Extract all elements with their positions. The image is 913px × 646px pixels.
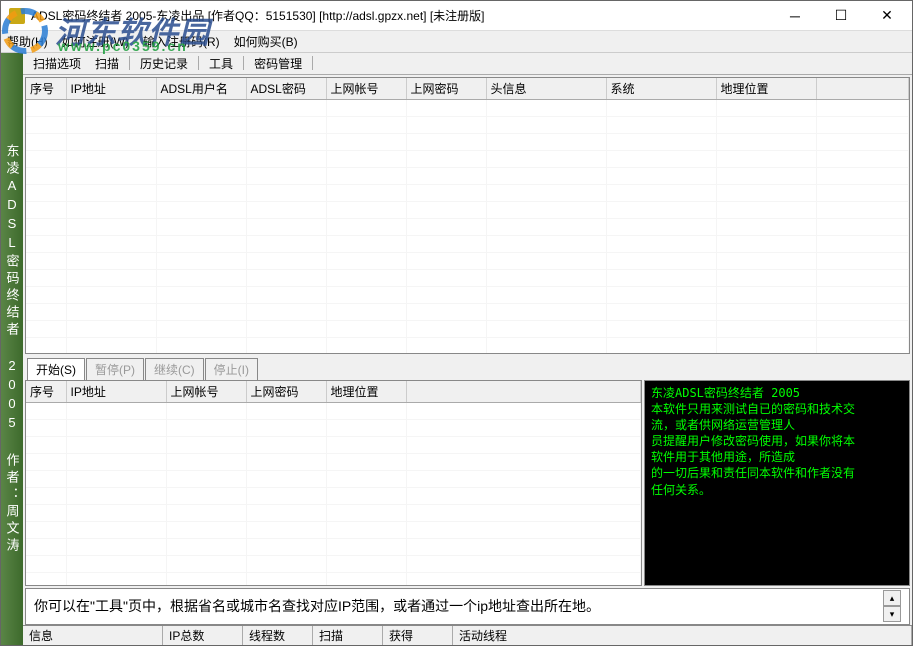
column-header[interactable]: ADSL用户名 — [156, 78, 246, 100]
table-row[interactable] — [26, 100, 909, 117]
column-header[interactable] — [816, 78, 909, 100]
tab-continue[interactable]: 继续(C) — [145, 358, 204, 380]
table-row[interactable] — [26, 202, 909, 219]
status-active-threads: 活动线程 — [453, 626, 912, 645]
message-text: 你可以在"工具"页中，根据省名或城市名查找对应IP范围，或者通过一个ip地址查出… — [34, 596, 600, 616]
column-header[interactable]: 地理位置 — [326, 381, 406, 403]
window-controls: ─ ☐ ✕ — [772, 1, 910, 31]
table-row[interactable] — [26, 151, 909, 168]
table-row[interactable] — [26, 573, 641, 585]
table-row[interactable] — [26, 304, 909, 321]
column-header[interactable]: 上网帐号 — [326, 78, 406, 100]
results-grid-body[interactable] — [26, 100, 909, 353]
table-row[interactable] — [26, 236, 909, 253]
column-header[interactable] — [406, 381, 641, 403]
tab-stop[interactable]: 停止(I) — [205, 358, 258, 380]
status-info: 信息 — [23, 626, 163, 645]
toolbar-sep — [198, 56, 199, 70]
table-row[interactable] — [26, 321, 909, 338]
tab-pause[interactable]: 暂停(P) — [86, 358, 144, 380]
table-row[interactable] — [26, 117, 909, 134]
results-grid-header: 序号IP地址ADSL用户名ADSL密码上网帐号上网密码头信息系统地理位置 — [26, 78, 909, 100]
message-scroll-up[interactable]: ▴ — [883, 590, 901, 606]
table-row[interactable] — [26, 505, 641, 522]
progress-grid-body[interactable] — [26, 403, 641, 585]
toolbar: 扫描选项 扫描 历史记录 工具 密码管理 — [23, 53, 912, 75]
status-got: 获得 — [383, 626, 453, 645]
table-row[interactable] — [26, 522, 641, 539]
table-row[interactable] — [26, 185, 909, 202]
status-threads: 线程数 — [243, 626, 313, 645]
message-scroll-down[interactable]: ▾ — [883, 606, 901, 622]
column-header[interactable]: 上网密码 — [246, 381, 326, 403]
column-header[interactable]: 序号 — [26, 78, 66, 100]
console-line: 本软件只用来测试自已的密码和技术交 — [651, 401, 903, 417]
window-title: ADSL密码终结者 2005-东凌出品 [作者QQ：5151530] [http… — [31, 7, 772, 24]
table-row[interactable] — [26, 168, 909, 185]
vertical-brand-strip: 东凌ADSL密码终结者 2005 作者：周文涛 — [1, 53, 23, 645]
control-tabs: 开始(S) 暂停(P) 继续(C) 停止(I) — [23, 358, 912, 380]
progress-grid[interactable]: 序号IP地址上网帐号上网密码地理位置 — [25, 380, 642, 586]
status-scan: 扫描 — [313, 626, 383, 645]
console-line: 员提醒用户修改密码使用，如果你将本 — [651, 433, 903, 449]
console-line: 东凌ADSL密码终结者 2005 — [651, 385, 903, 401]
toolbar-sep — [129, 56, 130, 70]
table-row[interactable] — [26, 338, 909, 353]
toolbar-tools[interactable]: 工具 — [203, 55, 239, 72]
column-header[interactable]: 上网帐号 — [166, 381, 246, 403]
console-line: 软件用于其他用途，所造成 — [651, 449, 903, 465]
table-row[interactable] — [26, 253, 909, 270]
console-line: 任何关系。 — [651, 482, 903, 498]
column-header[interactable]: IP地址 — [66, 78, 156, 100]
column-header[interactable]: 序号 — [26, 381, 66, 403]
toolbar-sep — [243, 56, 244, 70]
column-header[interactable]: IP地址 — [66, 381, 166, 403]
app-icon — [9, 8, 25, 24]
statusbar: 信息 IP总数 线程数 扫描 获得 活动线程 — [23, 625, 912, 645]
menubar: 帮助(H) 如何注册(W) 输入注册码(R) 如何购买(B) — [1, 31, 912, 53]
menu-input-regcode[interactable]: 输入注册码(R) — [143, 33, 220, 50]
menu-how-register[interactable]: 如何注册(W) — [62, 33, 129, 50]
table-row[interactable] — [26, 287, 909, 304]
results-grid[interactable]: 序号IP地址ADSL用户名ADSL密码上网帐号上网密码头信息系统地理位置 — [25, 77, 910, 354]
main-area: 扫描选项 扫描 历史记录 工具 密码管理 序号IP地址ADSL用户名ADSL密码… — [23, 53, 912, 645]
app-window: ADSL密码终结者 2005-东凌出品 [作者QQ：5151530] [http… — [0, 0, 913, 646]
status-ip-total: IP总数 — [163, 626, 243, 645]
table-row[interactable] — [26, 437, 641, 454]
column-header[interactable]: 上网密码 — [406, 78, 486, 100]
close-button[interactable]: ✕ — [864, 1, 910, 31]
maximize-button[interactable]: ☐ — [818, 1, 864, 31]
column-header[interactable]: ADSL密码 — [246, 78, 326, 100]
table-row[interactable] — [26, 488, 641, 505]
minimize-button[interactable]: ─ — [772, 1, 818, 31]
menu-help[interactable]: 帮助(H) — [7, 33, 48, 50]
menu-how-buy[interactable]: 如何购买(B) — [234, 33, 298, 50]
tab-start[interactable]: 开始(S) — [27, 358, 85, 380]
table-row[interactable] — [26, 539, 641, 556]
table-row[interactable] — [26, 420, 641, 437]
console-panel: 东凌ADSL密码终结者 2005本软件只用来测试自已的密码和技术交流，或者供网络… — [644, 380, 910, 586]
toolbar-scan-options[interactable]: 扫描选项 — [27, 55, 87, 72]
table-row[interactable] — [26, 219, 909, 236]
progress-grid-header: 序号IP地址上网帐号上网密码地理位置 — [26, 381, 641, 403]
column-header[interactable]: 头信息 — [486, 78, 606, 100]
column-header[interactable]: 系统 — [606, 78, 716, 100]
table-row[interactable] — [26, 471, 641, 488]
message-bar: 你可以在"工具"页中，根据省名或城市名查找对应IP范围，或者通过一个ip地址查出… — [25, 588, 910, 626]
toolbar-pwd-manage[interactable]: 密码管理 — [248, 55, 308, 72]
toolbar-history[interactable]: 历史记录 — [134, 55, 194, 72]
column-header[interactable]: 地理位置 — [716, 78, 816, 100]
message-scroll: ▴ ▾ — [883, 590, 901, 622]
console-line: 的一切后果和责任同本软件和作者没有 — [651, 465, 903, 481]
table-row[interactable] — [26, 403, 641, 420]
titlebar[interactable]: ADSL密码终结者 2005-东凌出品 [作者QQ：5151530] [http… — [1, 1, 912, 31]
table-row[interactable] — [26, 270, 909, 287]
toolbar-scan[interactable]: 扫描 — [89, 55, 125, 72]
console-line: 流，或者供网络运营管理人 — [651, 417, 903, 433]
table-row[interactable] — [26, 134, 909, 151]
toolbar-sep — [312, 56, 313, 70]
table-row[interactable] — [26, 556, 641, 573]
table-row[interactable] — [26, 454, 641, 471]
